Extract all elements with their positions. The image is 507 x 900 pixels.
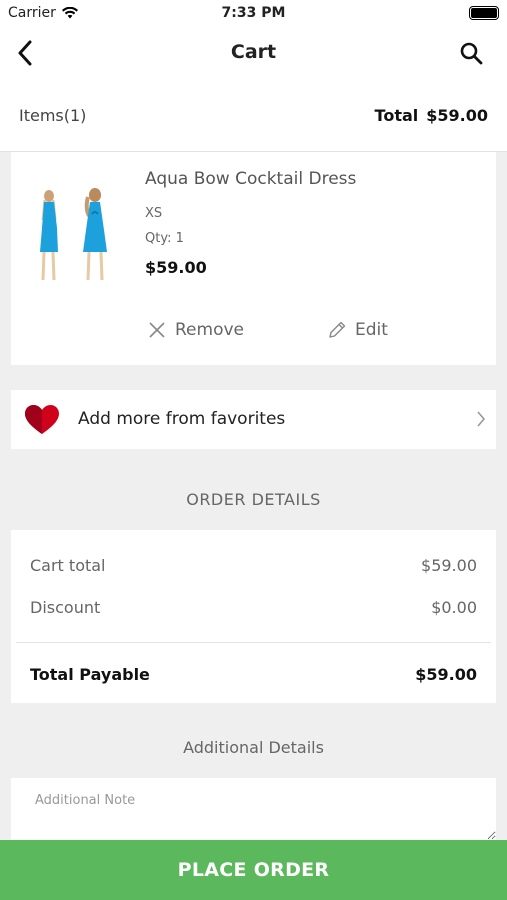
order-details-card: Cart total $59.00 Discount $0.00 Total P… (11, 530, 496, 703)
discount-value: $0.00 (431, 598, 477, 617)
pencil-icon (329, 321, 346, 338)
order-details-title: ORDER DETAILS (186, 490, 321, 509)
items-count: Items(1) (19, 106, 87, 125)
place-order-button[interactable]: PLACE ORDER (0, 840, 507, 900)
additional-note-input[interactable] (11, 778, 496, 840)
status-bar: Carrier 7:33 PM (0, 0, 507, 28)
status-time: 7:33 PM (221, 5, 286, 21)
divider (16, 642, 491, 643)
discount-label: Discount (30, 598, 101, 617)
search-button[interactable] (455, 37, 487, 69)
cart-total-row: Cart total $59.00 (30, 556, 477, 575)
page-title: Cart (230, 41, 277, 63)
total-label: Total (374, 106, 419, 125)
total-payable-value: $59.00 (415, 665, 477, 684)
cart-total-value: $59.00 (421, 556, 477, 575)
product-price: $59.00 (145, 258, 207, 277)
edit-label: Edit (355, 320, 388, 340)
additional-details-title: Additional Details (183, 738, 324, 757)
heart-icon (25, 405, 59, 434)
nav-bar: Cart (0, 28, 507, 78)
remove-label: Remove (175, 320, 244, 340)
discount-row: Discount $0.00 (30, 598, 477, 617)
favorites-label: Add more from favorites (78, 409, 286, 429)
add-from-favorites-row[interactable]: Add more from favorites (11, 390, 496, 449)
product-qty: Qty: 1 (145, 231, 184, 246)
remove-button[interactable]: Remove (147, 320, 244, 340)
cart-item-card: Aqua Bow Cocktail Dress XS Qty: 1 $59.00… (11, 152, 496, 365)
chevron-right-icon (477, 411, 486, 427)
close-icon (149, 322, 165, 338)
total-payable-row: Total Payable $59.00 (30, 665, 477, 684)
cart-summary: Items(1) Total $59.00 (0, 78, 507, 152)
product-size: XS (145, 206, 163, 221)
product-name[interactable]: Aqua Bow Cocktail Dress (145, 169, 356, 189)
total-value: $59.00 (426, 106, 488, 125)
additional-note-card (11, 778, 496, 840)
search-icon (460, 42, 483, 65)
cart-total: Total $59.00 (375, 106, 488, 125)
cart-total-label: Cart total (30, 556, 106, 575)
total-payable-label: Total Payable (30, 665, 150, 684)
edit-button[interactable]: Edit (327, 320, 388, 340)
product-image[interactable] (33, 188, 123, 284)
battery-icon (469, 6, 499, 20)
